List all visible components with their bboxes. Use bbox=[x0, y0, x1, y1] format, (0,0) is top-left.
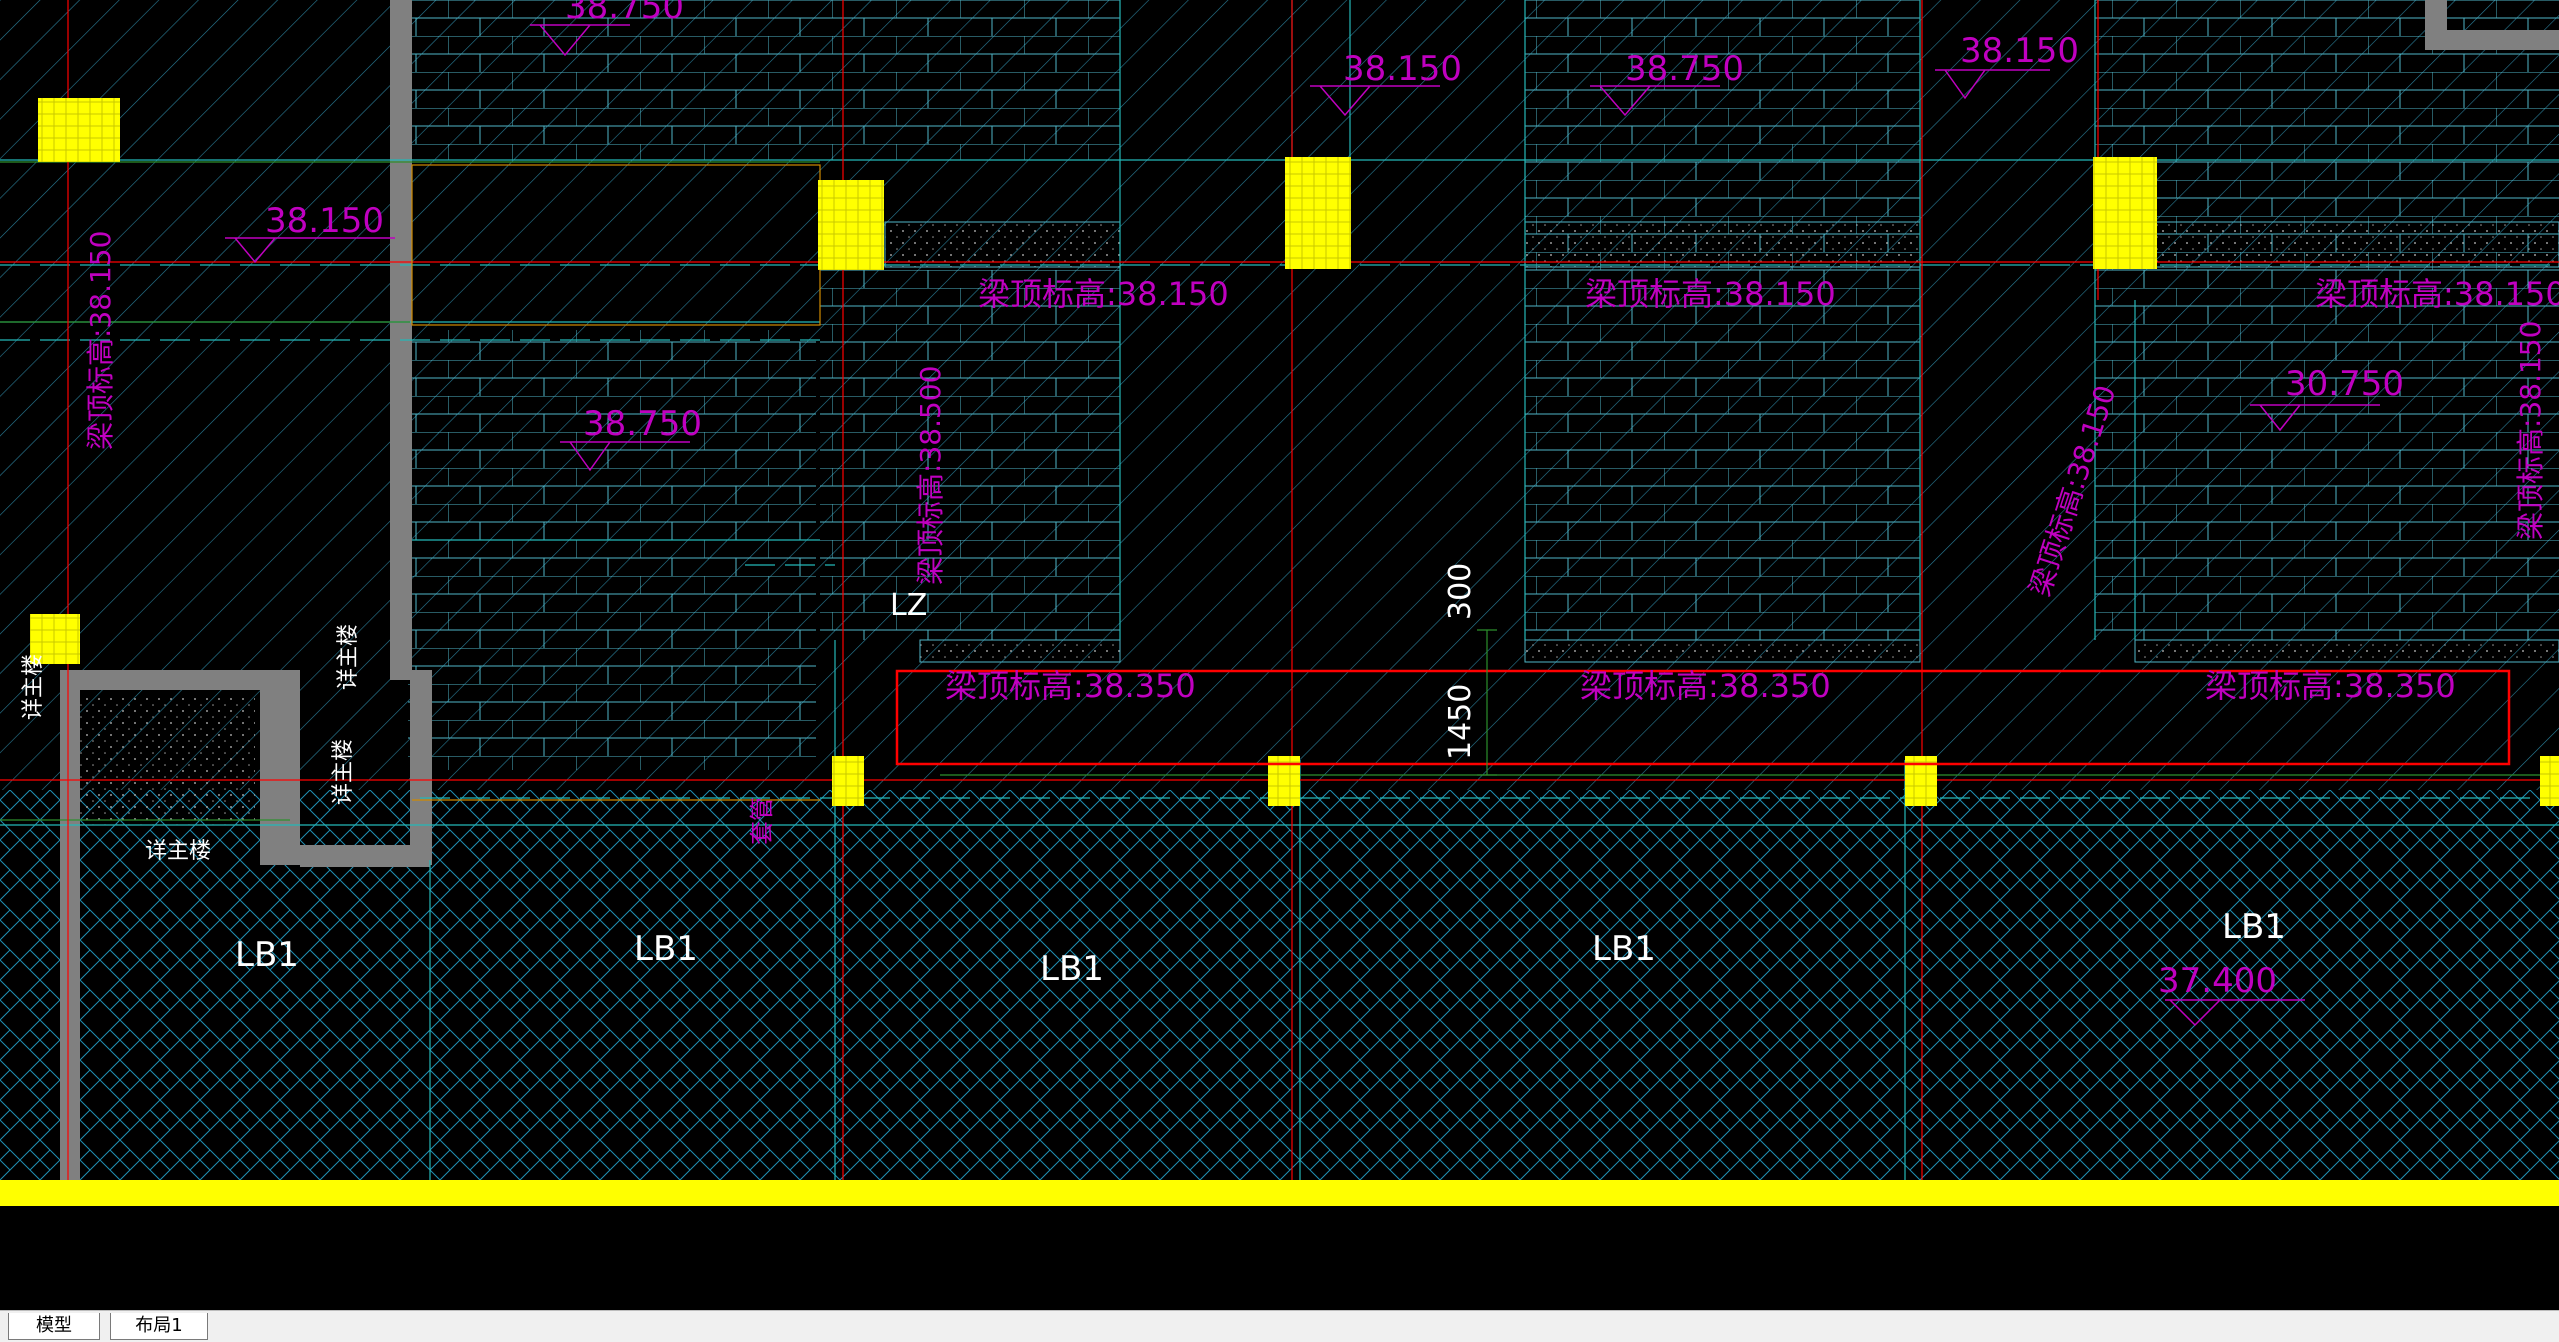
elevation-mark: 30.750 bbox=[2285, 364, 2404, 404]
small-label: 详主楼 bbox=[21, 654, 46, 720]
elevation-mark: 37.400 bbox=[2158, 961, 2277, 1001]
sleeve-label: 套管 bbox=[748, 797, 776, 845]
beam-top-label: 梁顶标高:38.150 bbox=[2315, 275, 2559, 313]
brick-panel bbox=[408, 0, 1120, 160]
beam-top-label-vertical: 梁顶标高:38.500 bbox=[914, 366, 947, 585]
beam-top-label-vertical: 梁顶标高:38.150 bbox=[84, 231, 117, 450]
small-label: 详主楼 bbox=[145, 839, 211, 864]
beam-top-label: 梁顶标高:38.150 bbox=[978, 275, 1229, 313]
slab-label: LB1 bbox=[235, 935, 299, 975]
column[interactable] bbox=[832, 756, 864, 806]
beam-top-label: 梁顶标高:38.350 bbox=[2205, 667, 2456, 705]
beam-top-label: 梁顶标高:38.350 bbox=[945, 667, 1196, 705]
column[interactable] bbox=[2093, 157, 2157, 269]
elevation-mark: 38.150 bbox=[1960, 31, 2079, 71]
column[interactable] bbox=[38, 98, 120, 162]
wall bbox=[60, 670, 80, 1190]
beam-strip bbox=[2134, 639, 2559, 663]
bottom-black-band bbox=[0, 1206, 2559, 1310]
beam-strip bbox=[1524, 639, 1921, 663]
elevation-mark: 38.150 bbox=[265, 201, 384, 241]
dimension-text: 300 bbox=[1443, 563, 1478, 620]
column[interactable] bbox=[818, 180, 884, 270]
beam-top-label: 梁顶标高:38.150 bbox=[1585, 275, 1836, 313]
column-label: LZ bbox=[890, 588, 927, 623]
layout-tab-bar: 模型 布局1 bbox=[0, 1310, 2559, 1342]
slab-edge-strip bbox=[0, 1180, 2559, 1206]
slab-label: LB1 bbox=[2222, 907, 2286, 947]
tab-layout1[interactable]: 布局1 bbox=[110, 1313, 208, 1340]
small-label: 详主楼 bbox=[336, 624, 361, 690]
small-label: 详主楼 bbox=[331, 739, 356, 805]
slab-label: LB1 bbox=[1592, 929, 1656, 969]
slab-label: LB1 bbox=[634, 929, 698, 969]
dimension-text: 1450 bbox=[1443, 684, 1478, 760]
elevation-mark: 38.150 bbox=[1343, 49, 1462, 89]
elevation-mark: 38.750 bbox=[565, 0, 684, 27]
cad-drawing-canvas[interactable]: 38.750 38.750 38.150 38.750 38.150 38.15… bbox=[0, 0, 2559, 1310]
brick-panel bbox=[1525, 0, 1920, 640]
brick-panel bbox=[820, 270, 1120, 640]
elevation-mark: 38.750 bbox=[583, 404, 702, 444]
wall bbox=[260, 670, 300, 865]
brick-panel bbox=[2095, 0, 2559, 640]
tab-model[interactable]: 模型 bbox=[8, 1313, 100, 1340]
wall-dotted bbox=[80, 695, 255, 825]
elevation-mark: 38.750 bbox=[1625, 49, 1744, 89]
wall bbox=[410, 670, 432, 865]
wall bbox=[2425, 30, 2559, 50]
slab-label: LB1 bbox=[1040, 949, 1104, 989]
beam-top-label-vertical: 梁顶标高:38.150 bbox=[2514, 321, 2547, 540]
brick-panel bbox=[408, 330, 816, 770]
column[interactable] bbox=[2540, 756, 2559, 806]
column[interactable] bbox=[1285, 157, 1351, 269]
beam-top-label: 梁顶标高:38.350 bbox=[1580, 667, 1831, 705]
beam-strip bbox=[884, 221, 1121, 268]
beam-strip bbox=[1524, 221, 1921, 268]
beam-strip bbox=[2154, 221, 2559, 268]
beam-strip bbox=[919, 639, 1121, 663]
